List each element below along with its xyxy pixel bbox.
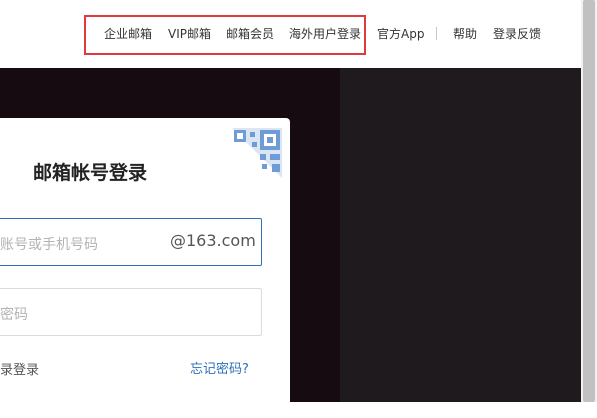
nav-login-feedback[interactable]: 登录反馈 (493, 26, 541, 42)
nav-divider (436, 27, 437, 40)
nav-vip-mail[interactable]: VIP邮箱 (168, 26, 211, 42)
password-input[interactable] (0, 288, 262, 336)
nav-mail-membership[interactable]: 邮箱会员 (226, 26, 274, 42)
remember-login-label[interactable]: 录登录 (0, 359, 39, 378)
nav-help[interactable]: 帮助 (453, 26, 477, 42)
password-placeholder: 密码 (0, 307, 28, 323)
nav-official-app[interactable]: 官方App (377, 26, 424, 42)
nav-enterprise-mail[interactable]: 企业邮箱 (104, 26, 152, 42)
account-placeholder: 账号或手机号码 (0, 237, 98, 253)
qr-code-icon[interactable] (232, 128, 282, 178)
nav-overseas-login[interactable]: 海外用户登录 (289, 26, 361, 42)
scrollbar-thumb[interactable] (583, 0, 595, 402)
hero-right-panel (340, 68, 581, 402)
forgot-password-link[interactable]: 忘记密码? (190, 358, 249, 377)
top-header: 企业邮箱 VIP邮箱 邮箱会员 海外用户登录 官方App 帮助 登录反馈 (0, 0, 581, 68)
domain-suffix: @163.com (170, 231, 256, 250)
login-title: 邮箱帐号登录 (32, 162, 147, 184)
